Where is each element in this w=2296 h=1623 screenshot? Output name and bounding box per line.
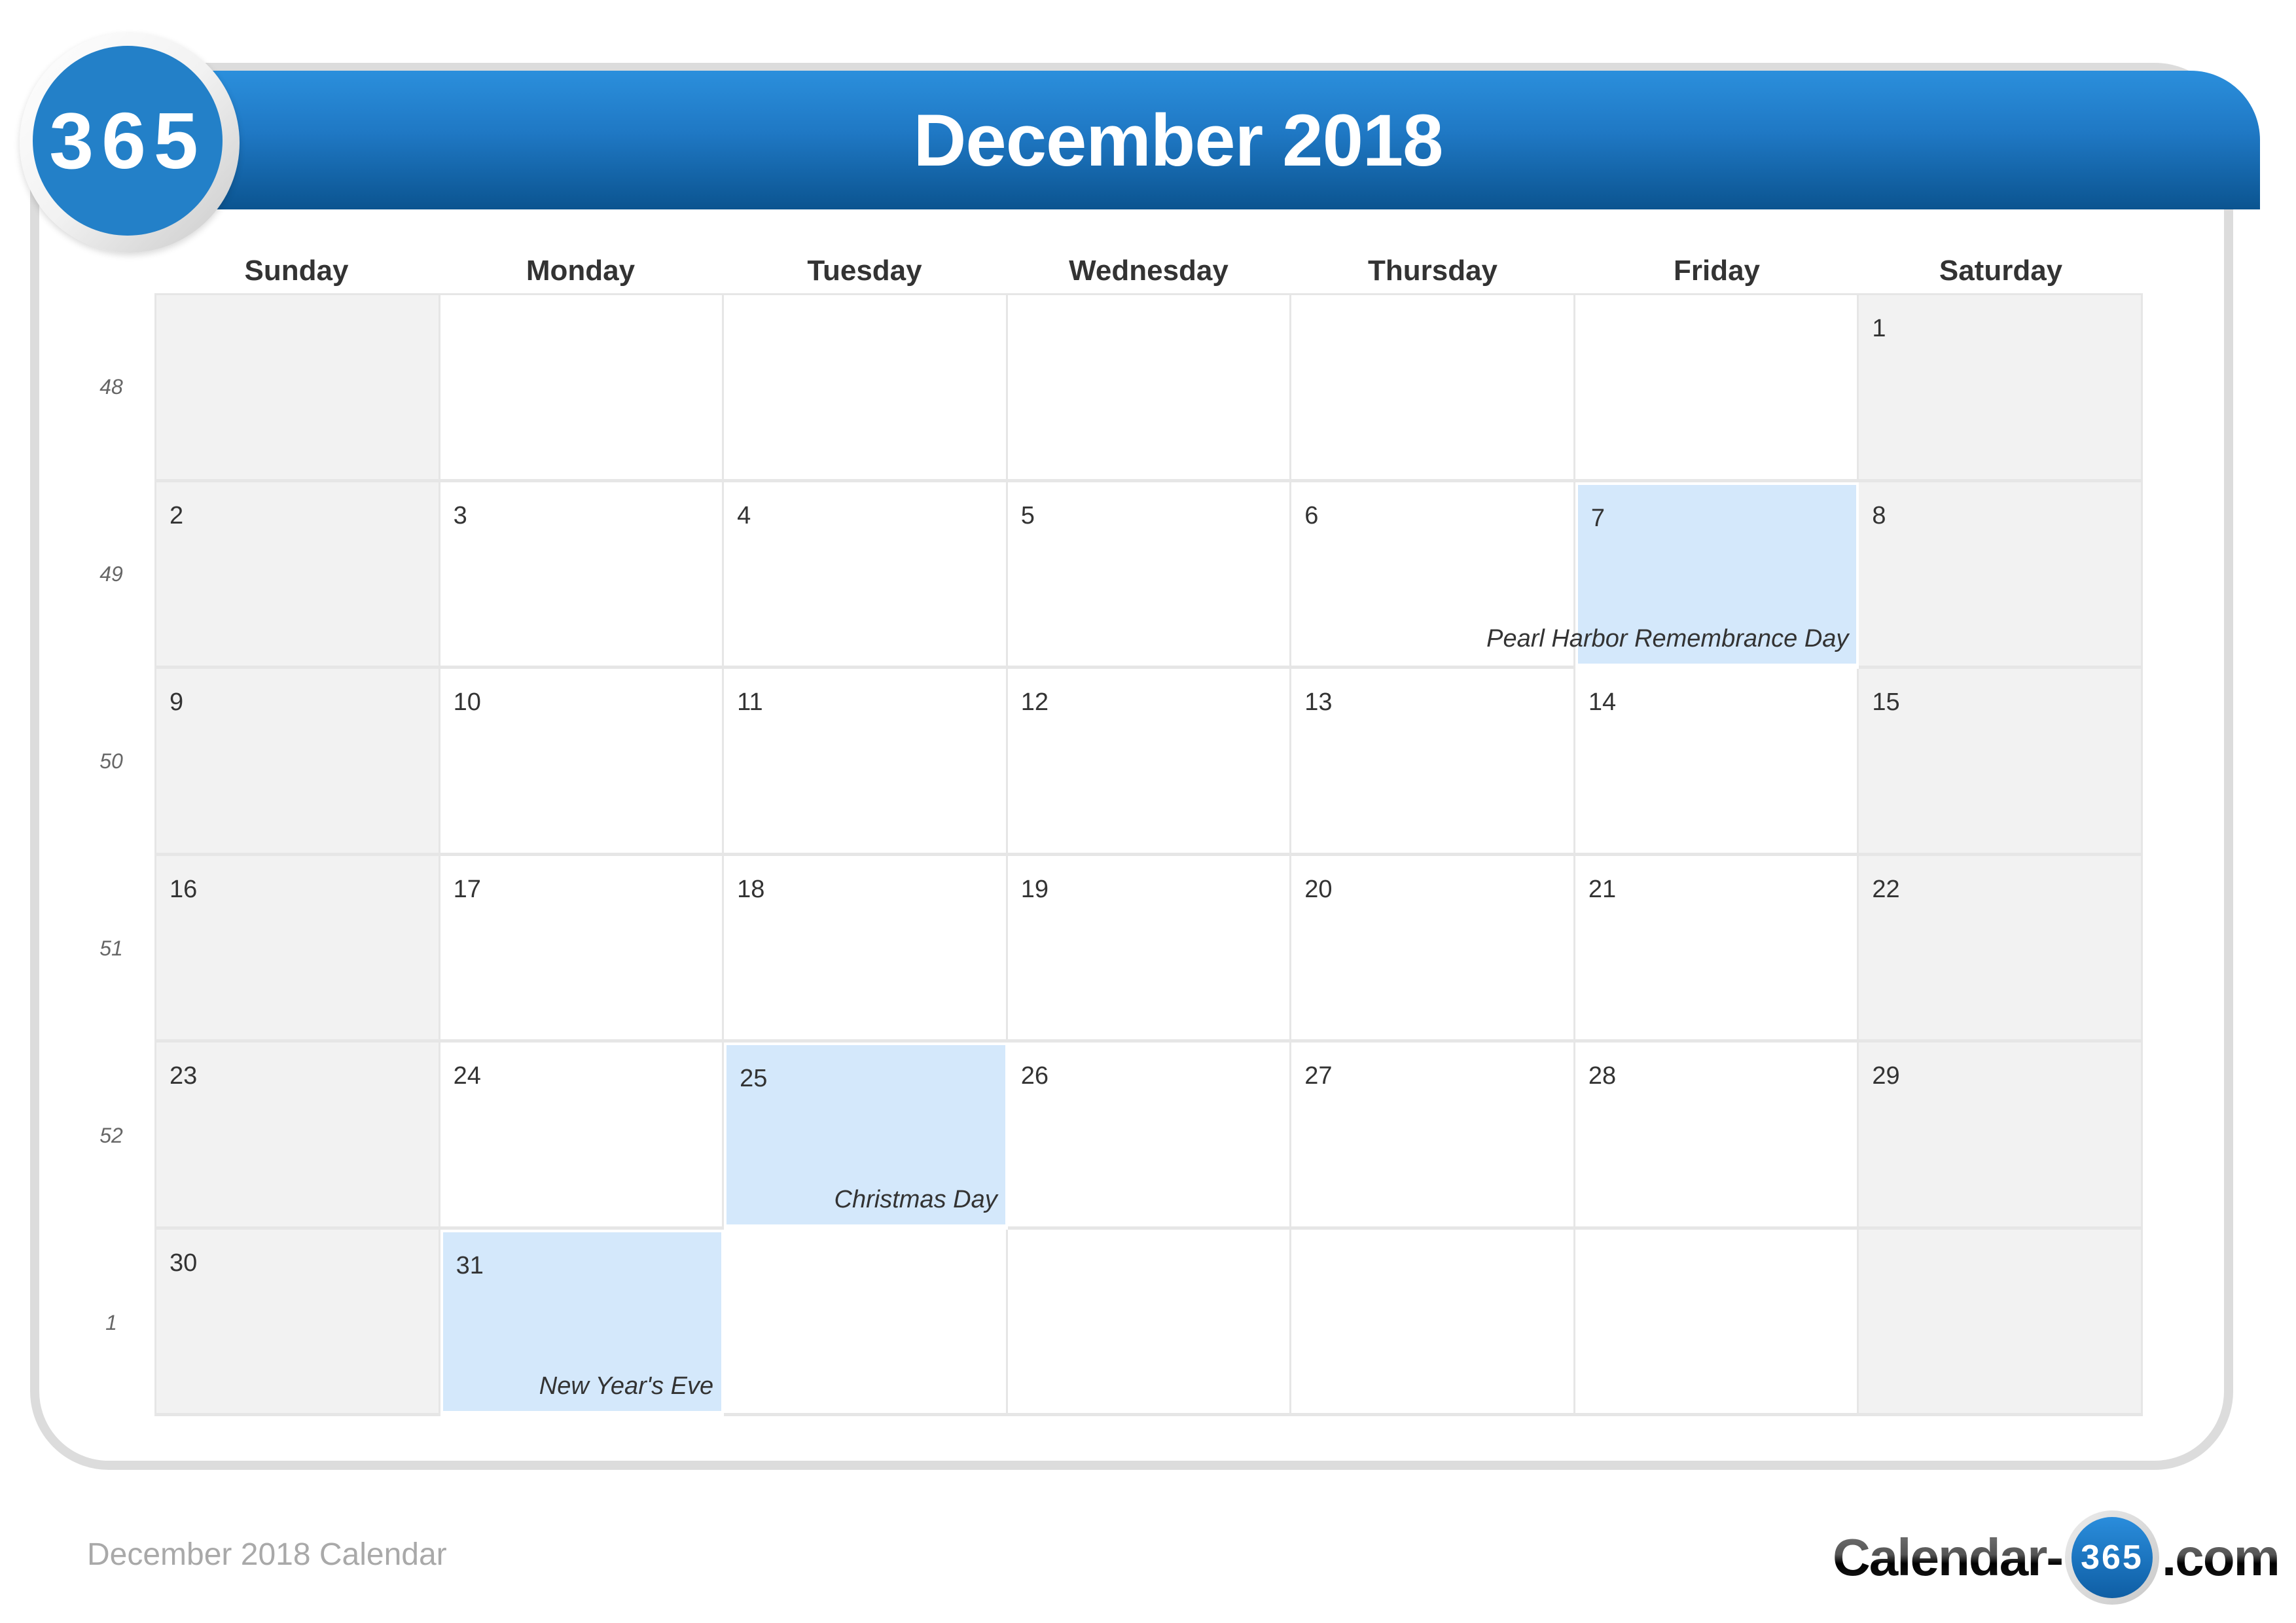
empty-day-cell (1575, 295, 1859, 482)
day-number: 27 (1304, 1062, 1333, 1090)
day-number: 4 (737, 501, 751, 529)
empty-day-cell (1007, 295, 1292, 482)
day-number: 31 (456, 1251, 484, 1279)
day-number: 3 (453, 501, 467, 529)
day-number: 6 (1304, 501, 1319, 529)
day-number: 26 (1020, 1062, 1049, 1090)
day-number: 1 (1872, 315, 1886, 342)
holiday-label: New Year's Eve (539, 1372, 714, 1400)
day-cell[interactable]: 2 (156, 482, 440, 669)
day-number: 14 (1588, 688, 1617, 716)
day-number: 12 (1020, 688, 1049, 716)
day-cell[interactable]: 25 Christmas Day (724, 1043, 1008, 1230)
day-number: 29 (1872, 1062, 1900, 1090)
day-number: 13 (1304, 688, 1333, 716)
day-number: 18 (737, 875, 765, 903)
day-number: 20 (1304, 875, 1333, 903)
day-cell[interactable]: 11 (724, 669, 1008, 856)
calendar-grid: 1 2 3 4 5 6 7 Pearl Harbor Remembrance Day 8 9 10 1… (154, 293, 2143, 1416)
weekday-monday: Monday (526, 255, 636, 287)
day-cell[interactable]: 21 (1575, 855, 1859, 1043)
day-number: 16 (170, 875, 198, 903)
week-number: 50 (99, 749, 123, 773)
day-cell[interactable]: 23 (156, 1043, 440, 1230)
day-cell[interactable]: 13 (1291, 669, 1575, 856)
day-number: 22 (1872, 875, 1900, 903)
weekday-saturday: Saturday (1939, 255, 2063, 287)
day-cell[interactable]: 10 (440, 669, 725, 856)
empty-day-cell (1859, 1229, 2143, 1416)
brand-prefix: Calendar- (1833, 1528, 2064, 1586)
empty-day-cell (1291, 1229, 1575, 1416)
day-number: 30 (170, 1249, 198, 1277)
brand-logo[interactable]: Calendar- 365 .com (1833, 1499, 2280, 1616)
day-cell[interactable]: 1 (1859, 295, 2143, 482)
brand-badge-text: 365 (2071, 1517, 2153, 1598)
empty-day-cell (1007, 1229, 1292, 1416)
day-cell[interactable]: 27 (1291, 1043, 1575, 1230)
day-cell[interactable]: 12 (1007, 669, 1292, 856)
empty-day-cell (440, 295, 725, 482)
weekday-sunday: Sunday (244, 255, 349, 287)
week-number: 48 (99, 374, 123, 399)
empty-day-cell (724, 295, 1008, 482)
weekday-friday: Friday (1673, 255, 1761, 287)
day-number: 23 (170, 1062, 198, 1090)
footer-caption: December 2018 Calendar (87, 1537, 447, 1572)
day-number: 5 (1020, 501, 1035, 529)
day-cell[interactable]: 22 (1859, 855, 2143, 1043)
day-number: 25 (740, 1065, 768, 1092)
day-cell[interactable]: 4 (724, 482, 1008, 669)
day-cell[interactable]: 29 (1859, 1043, 2143, 1230)
day-cell[interactable]: 16 (156, 855, 440, 1043)
empty-day-cell (156, 295, 440, 482)
holiday-label: Pearl Harbor Remembrance Day (1486, 625, 1849, 652)
empty-day-cell (1575, 1229, 1859, 1416)
weekday-tuesday: Tuesday (807, 255, 922, 287)
day-number: 7 (1590, 504, 1605, 532)
day-cell[interactable]: 7 Pearl Harbor Remembrance Day (1486, 482, 1859, 669)
empty-day-cell (724, 1229, 1008, 1416)
day-number: 9 (170, 688, 184, 716)
day-number: 10 (453, 688, 481, 716)
day-number: 19 (1020, 875, 1049, 903)
day-cell[interactable]: 17 (440, 855, 725, 1043)
weekday-header-row: Sunday Monday Tuesday Wednesday Thursday… (154, 249, 2143, 293)
day-cell[interactable]: 26 (1007, 1043, 1292, 1230)
day-cell[interactable]: 15 (1859, 669, 2143, 856)
day-number: 24 (453, 1062, 481, 1090)
holiday-label: Christmas Day (834, 1185, 997, 1213)
day-cell[interactable]: 8 (1859, 482, 2143, 669)
day-number: 11 (737, 688, 763, 716)
day-cell[interactable]: 31 New Year's Eve (440, 1229, 725, 1416)
day-number: 8 (1872, 501, 1886, 529)
day-cell[interactable]: 18 (724, 855, 1008, 1043)
week-number: 52 (99, 1123, 123, 1147)
weekday-thursday: Thursday (1367, 255, 1498, 287)
day-cell[interactable]: 5 (1007, 482, 1292, 669)
brand-suffix: .com (2161, 1528, 2280, 1586)
page-title: December 2018 (913, 99, 1444, 181)
week-number: 49 (99, 562, 123, 586)
day-number: 17 (453, 875, 481, 903)
day-number: 2 (170, 501, 184, 529)
week-number: 1 (105, 1310, 117, 1334)
day-number: 28 (1588, 1062, 1617, 1090)
week-numbers-column: 48 49 50 51 52 1 (79, 293, 144, 1416)
day-cell[interactable]: 28 (1575, 1043, 1859, 1230)
day-cell[interactable]: 9 (156, 669, 440, 856)
day-cell[interactable]: 20 (1291, 855, 1575, 1043)
day-number: 15 (1872, 688, 1900, 716)
day-cell[interactable]: 24 (440, 1043, 725, 1230)
day-cell[interactable]: 19 (1007, 855, 1292, 1043)
weekday-wednesday: Wednesday (1069, 255, 1229, 287)
empty-day-cell (1291, 295, 1575, 482)
day-number: 21 (1588, 875, 1617, 903)
logo-365-text: 365 (33, 46, 223, 236)
brand-badge: 365 (2064, 1510, 2159, 1605)
day-cell[interactable]: 14 (1575, 669, 1859, 856)
day-cell[interactable]: 3 (440, 482, 725, 669)
day-cell[interactable]: 30 (156, 1229, 440, 1416)
week-number: 51 (99, 936, 123, 960)
